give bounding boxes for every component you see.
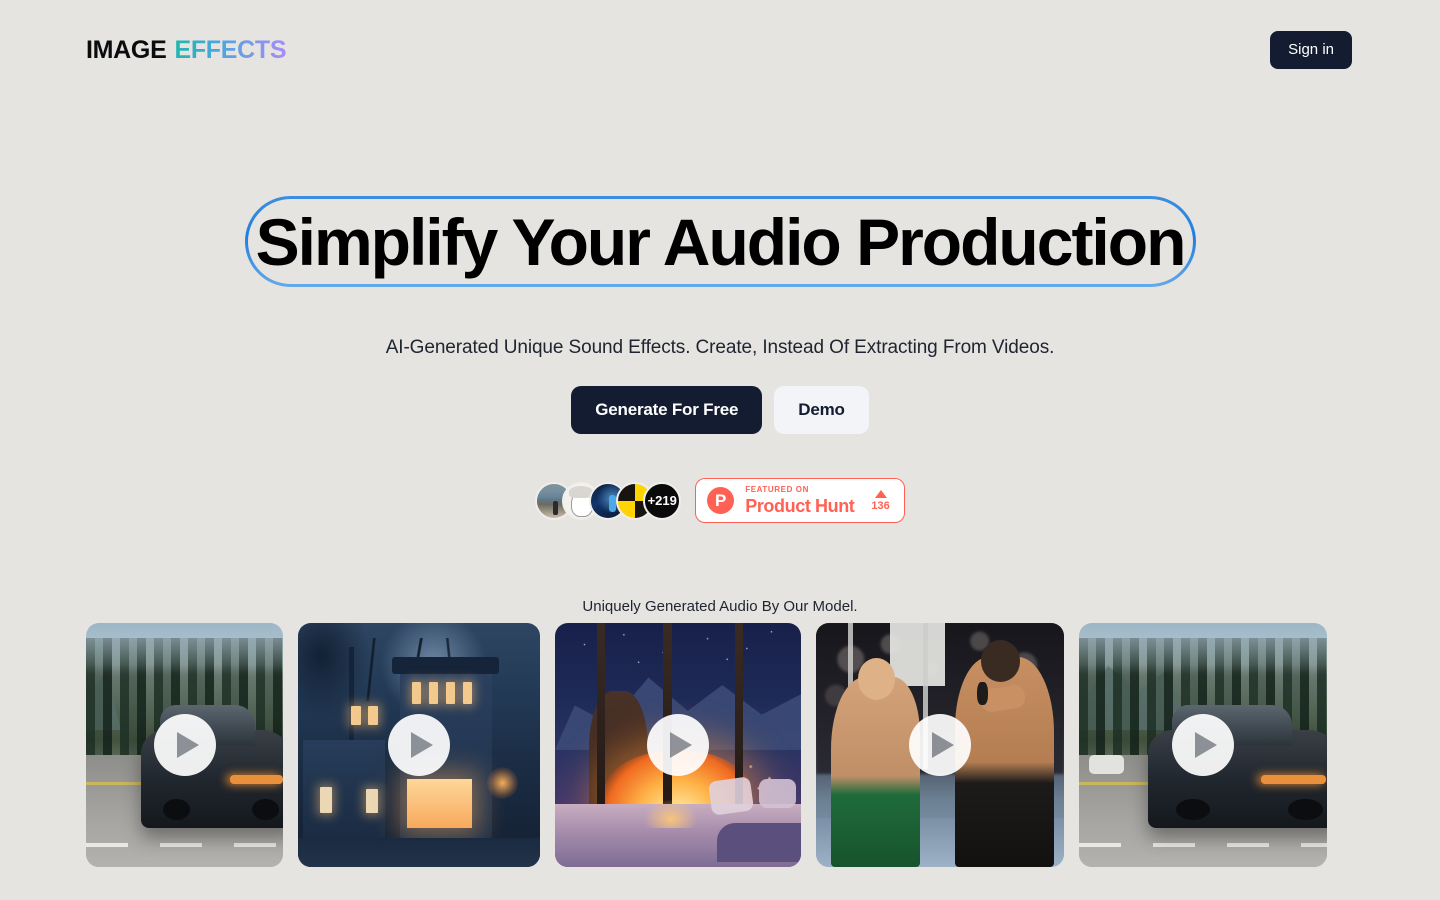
video-card[interactable] [555,623,801,867]
video-card[interactable] [816,623,1064,867]
upvote-caret-icon [874,489,887,498]
demo-button[interactable]: Demo [774,386,869,434]
site-header: IMAGE EFFECTS Sign in [0,0,1440,100]
hero-subtitle: AI-Generated Unique Sound Effects. Creat… [385,337,1055,358]
product-hunt-icon: P [707,487,735,514]
video-card[interactable] [1079,623,1327,867]
gallery-strip [0,623,1440,867]
logo-word-primary: IMAGE [86,35,167,64]
product-hunt-badge[interactable]: P FEATURED ON Product Hunt 136 [695,478,905,523]
upvote-count: 136 [871,499,890,512]
video-card[interactable] [86,623,283,867]
product-hunt-upvotes: 136 [871,489,890,512]
gallery-title: Uniquely Generated Audio By Our Model. [582,598,858,615]
product-hunt-texts: FEATURED ON Product Hunt [745,485,855,516]
avatar-group: +219 [535,481,682,520]
play-icon[interactable] [388,714,450,776]
product-hunt-featured-label: FEATURED ON [745,485,810,494]
headline-gradient-frame: Simplify Your Audio Production [244,196,1196,287]
gallery-section: Uniquely Generated Audio By Our Model. [0,598,1440,867]
sign-in-button[interactable]: Sign in [1270,30,1352,70]
logo-word-secondary: EFFECTS [174,35,287,64]
play-icon[interactable] [909,714,971,776]
play-icon[interactable] [153,714,216,776]
generate-for-free-button[interactable]: Generate For Free [571,386,763,434]
avatar-overflow-count: +219 [643,481,682,520]
play-icon[interactable] [1172,714,1234,776]
headline-inner: Simplify Your Audio Production [247,199,1193,284]
brand-logo[interactable]: IMAGE EFFECTS [86,35,287,65]
video-card[interactable] [298,623,540,867]
play-icon[interactable] [647,714,709,776]
social-proof-row: +219 P FEATURED ON Product Hunt 136 [0,478,1440,523]
cta-row: Generate For Free Demo [0,386,1440,434]
hero-section: Simplify Your Audio Production AI-Genera… [0,196,1440,523]
page-title: Simplify Your Audio Production [255,204,1187,279]
product-hunt-name: Product Hunt [745,496,855,516]
